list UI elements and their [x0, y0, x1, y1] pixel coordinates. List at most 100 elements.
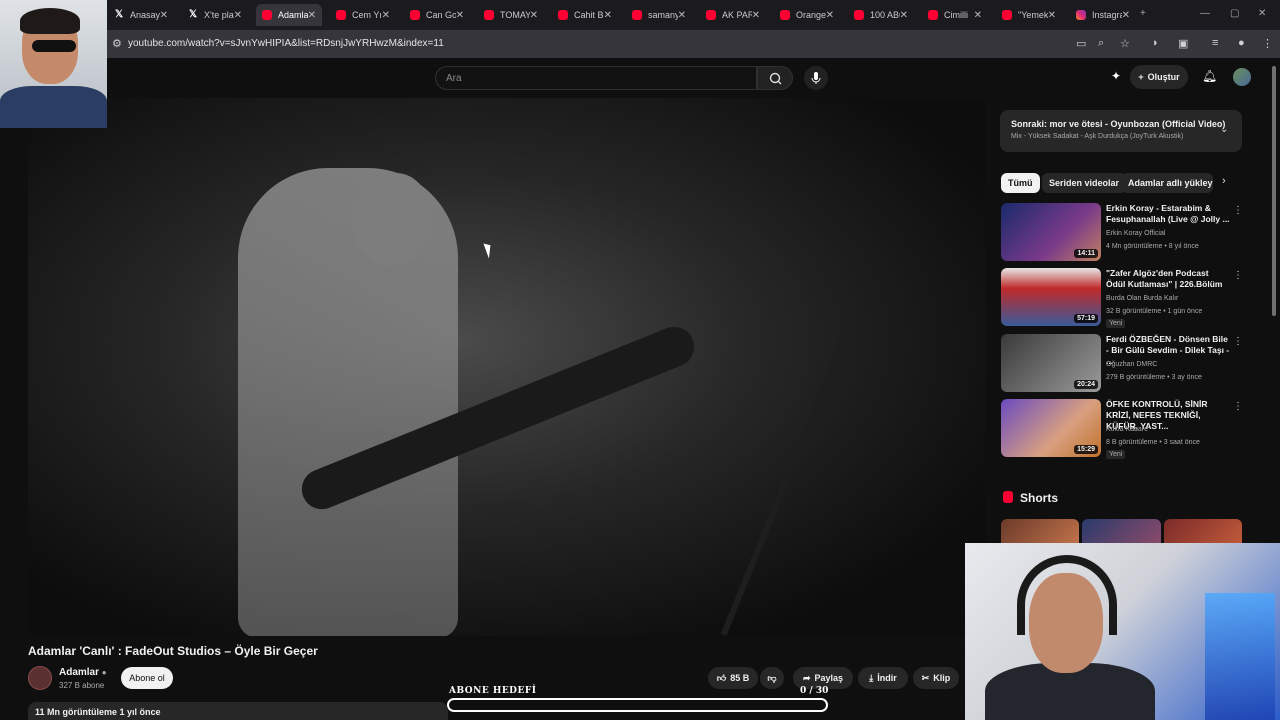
video-player[interactable] [28, 98, 986, 636]
dislike-button[interactable]: 👎︎ [760, 667, 784, 689]
close-tab-icon[interactable]: ✕ [530, 10, 538, 21]
duration-badge: 20:24 [1074, 380, 1098, 389]
browser-tab[interactable]: samanyolu✕ [626, 4, 692, 26]
close-tab-icon[interactable]: ✕ [308, 10, 316, 21]
duration-badge: 15:29 [1074, 445, 1098, 454]
youtube-icon [558, 10, 568, 20]
recommended-title[interactable]: Erkin Koray - Estarabim & Fesuphanallah … [1106, 203, 1230, 225]
browser-tab[interactable]: 𝕏 X'te playlist✕ [182, 4, 248, 26]
browser-tab[interactable]: Adamlar✕ [256, 4, 322, 26]
chip-uploader[interactable]: Adamlar adlı yükleyici [1121, 173, 1213, 193]
channel-name[interactable]: Adamlar ● [59, 667, 107, 678]
search-input[interactable]: Ara [435, 66, 757, 90]
clip-button[interactable]: ✂ Klip [913, 667, 959, 689]
recommended-channel[interactable]: Kukla Kabare [1106, 426, 1230, 433]
browser-tab[interactable]: 100 ABONE✕ [848, 4, 914, 26]
url-text[interactable]: youtube.com/watch?v=sJvnYwHIPIA&list=RDs… [128, 38, 444, 49]
kebab-menu-icon[interactable]: ⋮ [1233, 205, 1243, 216]
download-button[interactable]: ⤓ İndir [858, 667, 908, 689]
close-tab-icon[interactable]: ✕ [456, 10, 464, 21]
account-avatar[interactable] [1233, 68, 1251, 86]
video-thumbnail[interactable]: 57:19 [1001, 268, 1101, 326]
recommended-channel[interactable]: Erkin Koray Official [1106, 230, 1230, 237]
close-tab-icon[interactable]: ✕ [1048, 10, 1056, 21]
search-button[interactable] [757, 66, 793, 90]
short-thumbnail[interactable] [1082, 519, 1161, 543]
recommended-video[interactable]: 20:24 Ferdi ÖZBEĞEN - Dönsen Bile - Bir G… [1001, 334, 1245, 394]
chip-series[interactable]: Seriden videolar [1042, 173, 1127, 193]
browser-tab[interactable]: TOMAY ✕ [478, 4, 544, 26]
video-thumbnail[interactable]: 14:11 [1001, 203, 1101, 261]
browser-tab-label: Can Gox [426, 10, 456, 20]
recommended-channel[interactable]: Oğuzhan DMRC [1106, 361, 1230, 368]
browser-tab[interactable]: Cahit Berkay✕ [552, 4, 618, 26]
video-thumbnail[interactable]: 20:24 [1001, 334, 1101, 392]
site-settings-icon[interactable]: ⚙ [112, 37, 122, 50]
profile-icon[interactable]: ● [1238, 37, 1245, 49]
close-window-icon[interactable]: ✕ [1258, 8, 1266, 19]
channel-avatar[interactable] [28, 666, 52, 690]
close-tab-icon[interactable]: ✕ [974, 10, 982, 21]
close-tab-icon[interactable]: ✕ [604, 10, 612, 21]
close-tab-icon[interactable]: ✕ [382, 10, 390, 21]
recommended-channel[interactable]: Burda Olan Burda Kalır [1106, 295, 1230, 302]
voice-search-button[interactable] [804, 66, 828, 90]
short-thumbnail[interactable] [1001, 519, 1080, 543]
chevron-right-icon[interactable]: › [1222, 175, 1226, 187]
cast-icon[interactable]: ▭ [1076, 37, 1086, 50]
browser-tab[interactable]: Cimilli ✕ [922, 4, 988, 26]
close-tab-icon[interactable]: ✕ [678, 10, 686, 21]
like-button[interactable]: 👍︎ 85 B [708, 667, 758, 689]
kebab-menu-icon[interactable]: ⋮ [1233, 401, 1243, 412]
close-tab-icon[interactable]: ✕ [234, 10, 242, 21]
browser-tab[interactable]: Instagram✕ [1070, 4, 1136, 26]
close-tab-icon[interactable]: ✕ [826, 10, 834, 21]
short-thumbnail[interactable] [1163, 519, 1242, 543]
subscriber-goal-count: 0 / 30 [800, 686, 828, 696]
ai-sparkle-icon[interactable]: ✦ [1111, 69, 1121, 83]
browser-tab[interactable]: Orange ✕ [774, 4, 840, 26]
close-tab-icon[interactable]: ✕ [900, 10, 908, 21]
browser-tab[interactable]: Can Gox✕ [404, 4, 470, 26]
close-tab-icon[interactable]: ✕ [752, 10, 760, 21]
share-label: Paylaş [814, 673, 844, 683]
kebab-menu-icon[interactable]: ⋮ [1233, 270, 1243, 281]
chevron-down-icon[interactable]: ⌄ [1220, 124, 1228, 135]
extension-icon[interactable]: ◗ [1152, 37, 1159, 49]
video-thumbnail[interactable]: 15:29 [1001, 399, 1101, 457]
scissors-icon: ✂ [921, 672, 930, 683]
browser-tab[interactable]: 𝕏 Anasayfa✕ [108, 4, 174, 26]
close-tab-icon[interactable]: ✕ [160, 10, 168, 21]
recommended-title[interactable]: "Zafer Algöz'den Podcast Ödül Kutlaması"… [1106, 268, 1230, 290]
browser-tab-label: TOMAY [500, 10, 530, 20]
minimize-icon[interactable]: — [1200, 8, 1210, 19]
maximize-icon[interactable]: ▢ [1230, 8, 1239, 19]
chip-all[interactable]: Tümü [1001, 173, 1040, 193]
browser-tab[interactable]: Cem Yılmaz✕ [330, 4, 396, 26]
recommended-video[interactable]: 15:29 ÖFKE KONTROLÜ, SİNİR KRİZİ, NEFES T… [1001, 399, 1245, 459]
close-tab-icon[interactable]: ✕ [1122, 10, 1130, 21]
bell-icon[interactable]: 🔔︎ [1202, 69, 1217, 83]
subscribe-button[interactable]: Abone ol [121, 667, 173, 689]
new-badge: Yeni [1106, 319, 1126, 328]
page-scrollbar[interactable] [1272, 66, 1276, 316]
up-next-panel[interactable] [1000, 110, 1242, 152]
create-button[interactable]: + Oluştur [1130, 65, 1188, 89]
browser-tab[interactable]: "Yemek ✕ [996, 4, 1062, 26]
new-tab-button[interactable]: + [1140, 8, 1146, 19]
bookmark-star-icon[interactable]: ☆ [1120, 37, 1130, 50]
duration-badge: 14:11 [1074, 249, 1098, 258]
zoom-icon[interactable]: ⌕ [1098, 37, 1104, 50]
recommended-video[interactable]: 57:19 "Zafer Algöz'den Podcast Ödül Kutla… [1001, 268, 1245, 328]
kebab-menu-icon[interactable]: ⋮ [1262, 37, 1273, 50]
recommended-video[interactable]: 14:11 Erkin Koray - Estarabim & Fesuphana… [1001, 203, 1245, 263]
shorts-icon [1003, 491, 1013, 503]
download-label: İndir [877, 673, 897, 683]
puzzle-icon[interactable]: ▣ [1178, 37, 1188, 50]
menu-list-icon[interactable]: ≡ [1212, 37, 1218, 49]
create-label: Oluştur [1147, 72, 1180, 82]
x-logo-icon: 𝕏 [188, 9, 198, 20]
youtube-icon [780, 10, 790, 20]
kebab-menu-icon[interactable]: ⋮ [1233, 336, 1243, 347]
browser-tab[interactable]: AK PARTİ✕ [700, 4, 766, 26]
